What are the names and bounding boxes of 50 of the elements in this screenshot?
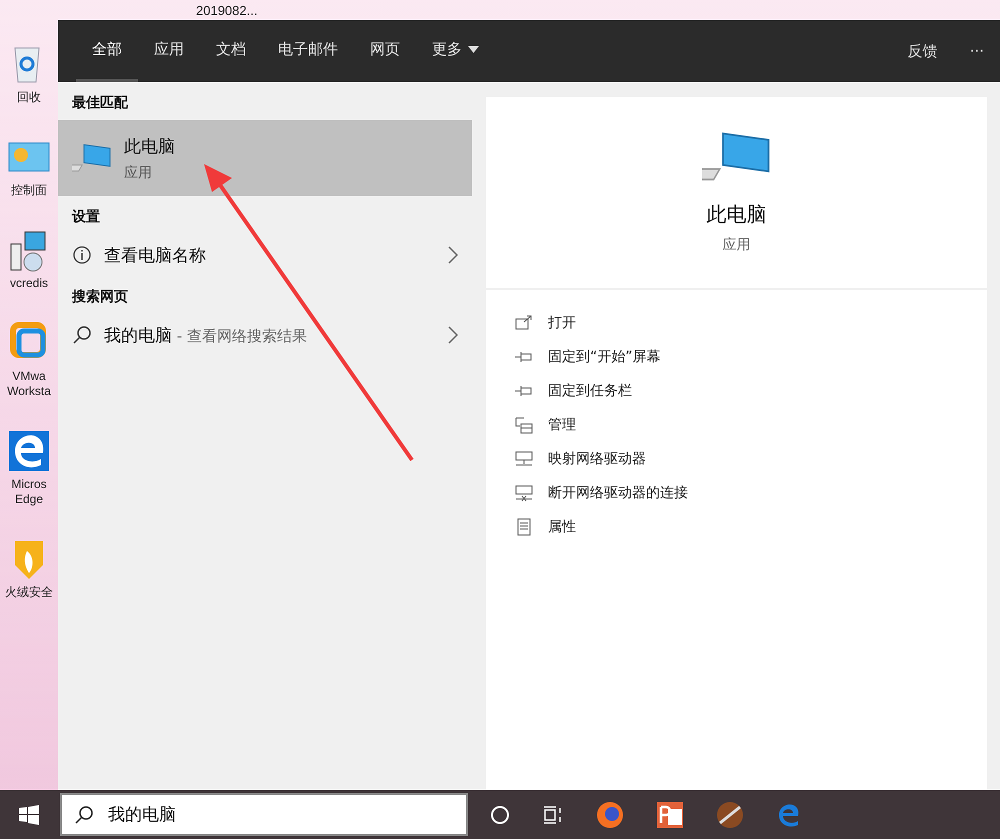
section-heading: 搜索网页	[70, 288, 129, 307]
desktop-icon-label: Micros Edge	[10, 477, 48, 507]
result-subtitle: 应用	[124, 164, 153, 182]
result-item[interactable]: 此电脑 应用	[58, 120, 472, 196]
search-icon	[72, 325, 92, 345]
filter-tab[interactable]: 文档	[200, 20, 262, 82]
action-item[interactable]: 固定到任务栏	[514, 376, 632, 406]
map-icon	[514, 450, 534, 468]
desktop-icon-label: vcredis	[8, 276, 49, 291]
fox-globe-icon[interactable]	[596, 800, 624, 828]
filter-tab[interactable]: 更多	[416, 20, 495, 82]
disconnect-icon	[514, 484, 534, 502]
filter-tab[interactable]: 网页	[354, 20, 416, 82]
desktop-icon-label: 控制面	[10, 183, 48, 198]
more-options-button[interactable]: ···	[954, 20, 1000, 82]
preview-title: 此电脑	[706, 200, 766, 228]
filter-tab[interactable]: 电子邮件	[262, 20, 354, 82]
action-item[interactable]: 属性	[514, 512, 576, 542]
result-title: 此电脑	[124, 136, 176, 158]
action-item[interactable]: 打开	[514, 308, 576, 338]
desktop-shortcut-icon[interactable]	[7, 429, 51, 473]
desktop-icon-label: 火绒安全	[4, 585, 54, 600]
search-field[interactable]: 我的电脑	[60, 793, 468, 836]
desktop-icon-label: 回收	[16, 90, 42, 105]
open-icon	[514, 314, 534, 332]
result-item[interactable]: 查看电脑名称	[58, 234, 472, 276]
action-item[interactable]: 映射网络驱动器	[514, 444, 646, 474]
feedback-button[interactable]: 反馈	[892, 20, 954, 82]
task-view-icon[interactable]	[542, 804, 564, 824]
info-icon	[72, 245, 92, 265]
action-item[interactable]: 断开网络驱动器的连接	[514, 478, 688, 508]
section-heading: 最佳匹配	[71, 94, 130, 113]
chevron-right-icon	[448, 326, 458, 344]
manage-icon	[514, 416, 534, 434]
preview-subtitle: 应用	[722, 236, 750, 254]
result-title: 我的电脑 - 查看网络搜索结果	[104, 324, 308, 346]
result-title: 查看电脑名称	[104, 244, 207, 266]
filter-tab[interactable]: 应用	[138, 20, 200, 82]
desktop-icon-label: 2019082...	[196, 3, 258, 19]
violin-icon[interactable]	[716, 800, 744, 828]
windows-logo-icon	[19, 804, 39, 824]
filter-tab[interactable]: 全部	[76, 20, 138, 82]
slides-icon[interactable]	[656, 800, 684, 828]
action-item[interactable]: 管理	[514, 410, 576, 440]
result-item[interactable]: 我的电脑 - 查看网络搜索结果	[58, 314, 472, 356]
desktop-icon-label: VMwa Worksta	[6, 369, 52, 399]
section-heading: 设置	[70, 208, 101, 227]
circle-icon[interactable]	[490, 804, 510, 824]
chevron-right-icon	[448, 246, 458, 264]
action-item[interactable]: 固定到“开始”屏幕	[514, 342, 661, 372]
